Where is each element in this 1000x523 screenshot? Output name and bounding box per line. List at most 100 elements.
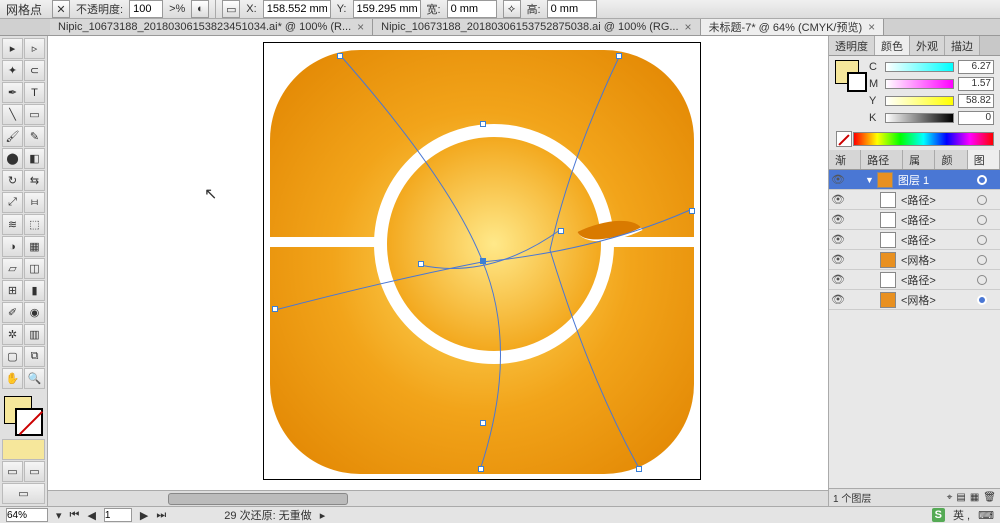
- eyedropper-tool[interactable]: ✐: [2, 302, 23, 323]
- layer-row[interactable]: 👁<路径>: [829, 190, 1000, 210]
- pen-tool[interactable]: ✒: [2, 82, 23, 103]
- layer-name[interactable]: <路径>: [899, 232, 974, 248]
- lock-icon[interactable]: [848, 233, 862, 247]
- rectangle-tool[interactable]: ▭: [24, 104, 45, 125]
- draw-normal-icon[interactable]: ▭: [2, 461, 23, 482]
- target-icon[interactable]: [977, 215, 987, 225]
- m-value[interactable]: 1.57: [958, 77, 994, 91]
- zoom-dropdown-icon[interactable]: ▾: [56, 509, 62, 522]
- opacity-input[interactable]: [129, 0, 163, 18]
- layer-name[interactable]: <网格>: [899, 252, 974, 268]
- fill-stroke-swatch[interactable]: [2, 394, 45, 438]
- close-icon[interactable]: ×: [357, 20, 364, 34]
- doc-tab-1[interactable]: Nipic_10673188_20180306153752875038.ai @…: [373, 19, 700, 35]
- c-slider[interactable]: [885, 62, 954, 72]
- close-icon[interactable]: ×: [685, 20, 692, 34]
- tab-swatches[interactable]: 颜色: [935, 150, 967, 169]
- shear-tool[interactable]: ⧦: [24, 192, 45, 213]
- x-input[interactable]: [263, 0, 331, 18]
- slice-tool[interactable]: ⧉: [24, 346, 45, 367]
- canvas[interactable]: ↖: [48, 36, 828, 506]
- layer-name[interactable]: <路径>: [899, 192, 974, 208]
- scale-tool[interactable]: ⤢: [2, 192, 23, 213]
- close-icon[interactable]: ×: [868, 20, 875, 34]
- c-value[interactable]: 6.27: [958, 60, 994, 74]
- column-graph-tool[interactable]: ▥: [24, 324, 45, 345]
- stroke-swatch[interactable]: [15, 408, 43, 436]
- m-slider[interactable]: [885, 79, 954, 89]
- width-tool[interactable]: ≋: [2, 214, 23, 235]
- anchor-point[interactable]: [689, 208, 695, 214]
- pencil-tool[interactable]: ✎: [24, 126, 45, 147]
- anchor-point[interactable]: [480, 121, 486, 127]
- layer-row[interactable]: 👁<路径>: [829, 270, 1000, 290]
- ime-keyboard-icon[interactable]: ⌨: [978, 509, 994, 522]
- selection-tool[interactable]: ▸: [2, 38, 23, 59]
- doc-tab-2[interactable]: 未标题-7* @ 64% (CMYK/预览)×: [701, 19, 885, 35]
- perspective-selection-tool[interactable]: ◫: [24, 258, 45, 279]
- magic-wand-tool[interactable]: ✦: [2, 60, 23, 81]
- y-slider[interactable]: [885, 96, 954, 106]
- free-transform-tool[interactable]: ⬚: [24, 214, 45, 235]
- shape-builder-tool[interactable]: ◑: [2, 236, 23, 257]
- link-icon[interactable]: ⟡: [503, 0, 521, 18]
- lock-icon[interactable]: [848, 253, 862, 267]
- anchor-point[interactable]: [418, 261, 424, 267]
- tab-stroke[interactable]: 描边: [945, 36, 980, 55]
- k-slider[interactable]: [885, 113, 954, 123]
- anchor-point-selected[interactable]: [480, 258, 486, 264]
- anchor-point[interactable]: [272, 306, 278, 312]
- perspective-tool[interactable]: ▱: [2, 258, 23, 279]
- ime-badge[interactable]: S: [932, 508, 945, 522]
- layer-row[interactable]: 👁 <路径>: [829, 230, 1000, 250]
- visibility-icon[interactable]: 👁: [831, 173, 845, 187]
- gradient-tool[interactable]: ▮: [24, 280, 45, 301]
- trash-icon[interactable]: 🗑: [983, 492, 996, 503]
- visibility-icon[interactable]: 👁: [831, 233, 845, 247]
- lock-icon[interactable]: [848, 193, 862, 207]
- tab-color[interactable]: 颜色: [875, 36, 910, 55]
- anchor-point[interactable]: [636, 466, 642, 472]
- target-icon[interactable]: [977, 275, 987, 285]
- reflect-tool[interactable]: ⇆: [24, 170, 45, 191]
- color-spectrum[interactable]: [853, 132, 994, 146]
- layer-row[interactable]: 👁▼图层 1: [829, 170, 1000, 190]
- locate-icon[interactable]: ⌖: [947, 492, 953, 503]
- new-layer-icon[interactable]: ▦: [970, 492, 979, 503]
- y-input[interactable]: [353, 0, 421, 18]
- screen-mode-button[interactable]: ▭: [2, 483, 45, 504]
- tab-pathfinder[interactable]: 路径器: [861, 150, 903, 169]
- blend-tool[interactable]: ◉: [24, 302, 45, 323]
- status-dropdown-icon[interactable]: ▸: [320, 509, 326, 522]
- direct-selection-tool[interactable]: ▹: [24, 38, 45, 59]
- prev-page-icon[interactable]: ◀: [87, 509, 95, 522]
- target-icon[interactable]: [977, 175, 987, 185]
- doc-tab-0[interactable]: Nipic_10673188_20180306153823451034.ai* …: [50, 19, 373, 35]
- anchor-point[interactable]: [480, 420, 486, 426]
- artboard-tool[interactable]: ▢: [2, 346, 23, 367]
- expand-icon[interactable]: ▼: [865, 175, 874, 185]
- y-value[interactable]: 58.82: [958, 94, 994, 108]
- target-icon[interactable]: [977, 295, 987, 305]
- eraser-tool[interactable]: ◧: [24, 148, 45, 169]
- visibility-icon[interactable]: 👁: [831, 253, 845, 267]
- tab-transparency[interactable]: 透明度: [829, 36, 875, 55]
- target-icon[interactable]: [977, 255, 987, 265]
- tab-gradient[interactable]: 渐变: [829, 150, 861, 169]
- lock-icon[interactable]: [848, 213, 862, 227]
- layer-row[interactable]: 👁 <网格>: [829, 250, 1000, 270]
- hand-tool[interactable]: ✋: [2, 368, 23, 389]
- visibility-icon[interactable]: 👁: [831, 273, 845, 287]
- first-page-icon[interactable]: ⏮: [70, 509, 80, 522]
- anchor-convert-icon[interactable]: ✕: [52, 0, 70, 18]
- paintbrush-tool[interactable]: 🖌: [2, 126, 23, 147]
- zoom-input[interactable]: [6, 508, 48, 522]
- lock-icon[interactable]: [848, 273, 862, 287]
- last-page-icon[interactable]: ⏭: [156, 509, 166, 522]
- layer-name[interactable]: <网格>: [899, 292, 974, 308]
- lasso-tool[interactable]: ⊂: [24, 60, 45, 81]
- stroke-chip[interactable]: [847, 72, 867, 92]
- h-input[interactable]: [547, 0, 597, 18]
- type-tool[interactable]: T: [24, 82, 45, 103]
- anchor-point[interactable]: [478, 466, 484, 472]
